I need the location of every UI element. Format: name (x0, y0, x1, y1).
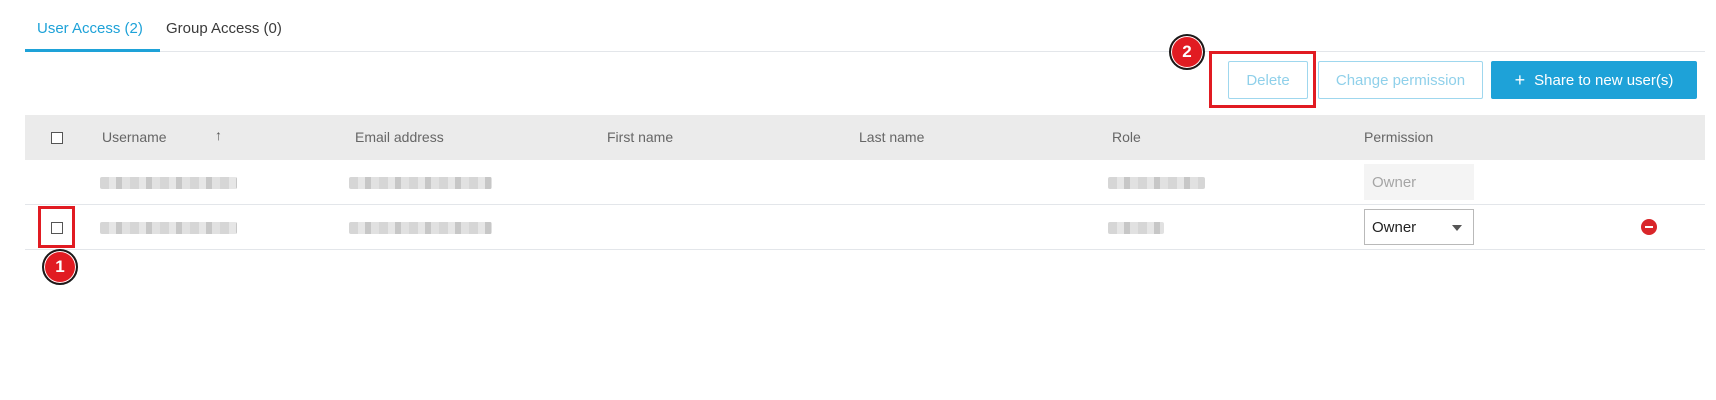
remove-user-icon[interactable] (1641, 219, 1657, 235)
annotation-marker-1: 1 (42, 249, 78, 285)
redacted-username (100, 222, 237, 234)
change-permission-button[interactable]: Change permission (1318, 61, 1483, 99)
permission-readonly: Owner (1364, 164, 1474, 200)
tab-group-access[interactable]: Group Access (0) (166, 20, 282, 37)
permission-select-value: Owner (1372, 218, 1417, 236)
active-tab-indicator (25, 49, 160, 52)
share-button-label: Share to new user(s) (1534, 71, 1674, 89)
chevron-down-icon (1452, 225, 1462, 231)
select-all-checkbox[interactable] (51, 132, 63, 144)
plus-icon: + (1514, 70, 1526, 90)
table-header: Username ↑ Email address First name Last… (25, 115, 1705, 160)
redacted-email (349, 222, 492, 234)
table-row: Owner (25, 160, 1705, 205)
column-email[interactable]: Email address (355, 129, 444, 145)
access-tabs: User Access (2) Group Access (0) (25, 0, 1705, 52)
annotation-marker-2: 2 (1169, 34, 1205, 70)
column-permission[interactable]: Permission (1364, 129, 1433, 145)
column-last-name[interactable]: Last name (859, 129, 924, 145)
redacted-email (349, 177, 492, 189)
redacted-username (100, 177, 237, 189)
table-row: Owner (25, 205, 1705, 250)
column-role[interactable]: Role (1112, 129, 1141, 145)
permission-select[interactable]: Owner (1364, 209, 1474, 245)
tab-user-access[interactable]: User Access (2) (37, 20, 143, 37)
redacted-role (1108, 177, 1205, 189)
share-to-new-users-button[interactable]: + Share to new user(s) (1491, 61, 1697, 99)
redacted-role (1108, 222, 1164, 234)
column-first-name[interactable]: First name (607, 129, 673, 145)
highlight-checkbox (38, 206, 75, 248)
highlight-delete (1209, 51, 1316, 108)
column-username[interactable]: Username (102, 129, 167, 145)
sort-ascending-icon[interactable]: ↑ (215, 127, 222, 143)
